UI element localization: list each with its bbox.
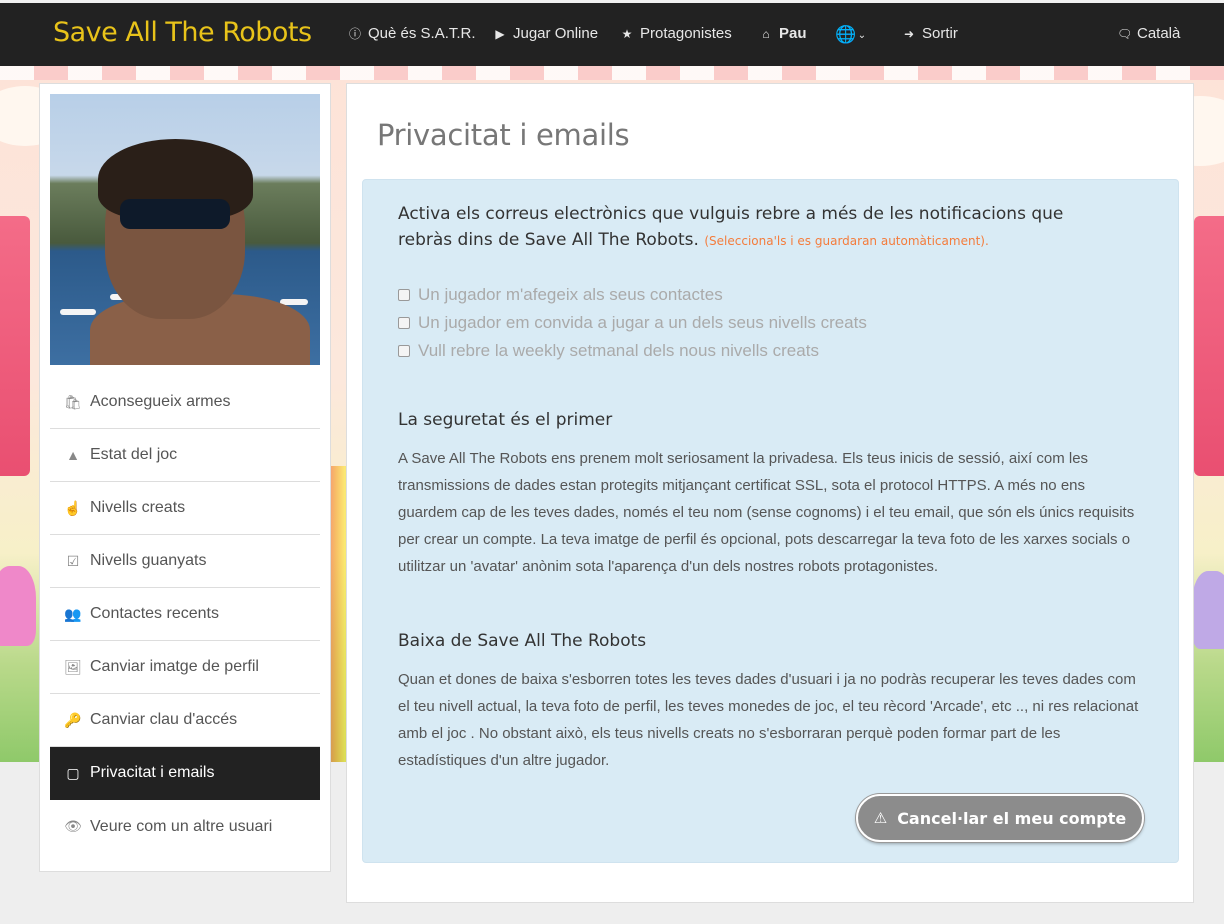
- key-icon: 🔑: [64, 711, 82, 728]
- sidebar-item-privacy-emails[interactable]: ▢ Privacitat i emails: [50, 747, 320, 800]
- cancel-account-button[interactable]: ⚠ Cancel·lar el meu compte: [856, 794, 1144, 842]
- photo-boat: [60, 309, 96, 315]
- sidebar-item-change-profile-picture[interactable]: 🖼 Canviar imatge de perfil: [50, 641, 320, 694]
- background-robot: [0, 566, 36, 646]
- sidebar-item-label: Canviar imatge de perfil: [90, 658, 259, 675]
- photo-sunglasses: [120, 199, 230, 229]
- email-option-contact-added[interactable]: Un jugador m'afegeix als seus contactes: [398, 281, 867, 309]
- main-panel: Privacitat i emails Activa els correus e…: [346, 83, 1194, 903]
- info-icon: ⓘ: [348, 27, 361, 41]
- nav-item-language[interactable]: 🗨 Català: [1117, 25, 1180, 42]
- play-icon: ▶: [495, 26, 505, 41]
- sidebar-item-recent-contacts[interactable]: 👥 Contactes recents: [50, 588, 320, 641]
- security-paragraph: A Save All The Robots ens prenem molt se…: [398, 450, 1135, 575]
- checkbox[interactable]: [398, 317, 410, 329]
- checkbox[interactable]: [398, 345, 410, 357]
- picture-icon: 🖼: [64, 658, 82, 675]
- checkbox-label: Un jugador m'afegeix als seus contactes: [418, 285, 723, 304]
- privacy-well: Activa els correus electrònics que vulgu…: [362, 179, 1179, 863]
- nav-item-user-profile[interactable]: ⌂ Pau: [759, 25, 807, 42]
- shopping-bag-icon: 🛍: [64, 393, 82, 410]
- background-castle: [0, 216, 30, 476]
- checkbox-label: Un jugador em convida a jugar a un dels …: [418, 313, 867, 332]
- users-icon: 👥: [64, 605, 82, 622]
- profile-sidebar: 🛍 Aconsegueix armes ▲ Estat del joc ☝ Ni…: [39, 83, 331, 872]
- security-heading: La seguretat és el primer: [398, 410, 613, 430]
- area-chart-icon: ▲: [66, 447, 80, 463]
- intro-text: Activa els correus electrònics que vulgu…: [398, 201, 1098, 254]
- checkbox-label: Vull rebre la weekly setmanal dels nous …: [418, 341, 819, 360]
- page-title: Privacitat i emails: [377, 118, 630, 152]
- email-options: Un jugador m'afegeix als seus contactes …: [398, 281, 867, 365]
- sidebar-item-created-levels[interactable]: ☝ Nivells creats: [50, 482, 320, 535]
- sidebar-item-label: Nivells creats: [90, 499, 186, 516]
- sidebar-item-change-password[interactable]: 🔑 Canviar clau d'accés: [50, 694, 320, 747]
- background-castle: [1194, 216, 1224, 476]
- account-deletion-paragraph: Quan et dones de baixa s'esborren totes …: [398, 671, 1139, 769]
- profile-avatar[interactable]: [50, 94, 320, 365]
- checkbox[interactable]: [398, 289, 410, 301]
- sidebar-item-won-levels[interactable]: ☑ Nivells guanyats: [50, 535, 320, 588]
- sidebar-item-label: Nivells guanyats: [90, 552, 207, 569]
- chevron-down-icon: ⌄: [857, 29, 867, 41]
- star-icon: ★: [621, 26, 633, 41]
- nav-item-globe-dropdown[interactable]: 🌐 ⌄: [835, 25, 869, 45]
- sign-out-icon: ➜: [903, 26, 915, 41]
- nav-item-label: Jugar Online: [513, 25, 599, 42]
- account-deletion-heading: Baixa de Save All The Robots: [398, 631, 647, 651]
- nav-item-sign-out[interactable]: ➜ Sortir: [902, 25, 958, 42]
- profile-menu: 🛍 Aconsegueix armes ▲ Estat del joc ☝ Ni…: [50, 376, 320, 853]
- nav-item-label: Català: [1137, 25, 1181, 42]
- sidebar-item-label: Contactes recents: [90, 605, 219, 622]
- nav-item-protagonists[interactable]: ★ Protagonistes: [620, 25, 732, 42]
- email-option-weekly-newsletter[interactable]: Vull rebre la weekly setmanal dels nous …: [398, 337, 867, 365]
- sidebar-item-get-weapons[interactable]: 🛍 Aconsegueix armes: [50, 376, 320, 429]
- sidebar-item-label: Veure com un altre usuari: [90, 817, 273, 835]
- intro-note: (Selecciona'ls i es guardaran automàtica…: [704, 234, 989, 248]
- hand-pointer-icon: ☝: [64, 499, 82, 516]
- sidebar-item-view-as-other-user[interactable]: 👁 Veure com un altre usuari: [50, 800, 320, 853]
- sidebar-item-label: Estat del joc: [90, 446, 178, 463]
- globe-icon: 🌐: [835, 25, 857, 44]
- nav-item-label: Què és S.A.T.R.: [368, 25, 476, 42]
- sidebar-item-label: Aconsegueix armes: [90, 393, 231, 410]
- brand-logo[interactable]: Save All The Robots: [53, 17, 312, 48]
- check-square-icon: ☑: [66, 552, 80, 569]
- cancel-account-label: Cancel·lar el meu compte: [897, 808, 1127, 828]
- nav-item-label: Pau: [779, 25, 807, 42]
- home-icon: ⌂: [762, 26, 770, 41]
- background-stripe: [0, 66, 1224, 80]
- comments-icon: 🗨: [1117, 26, 1133, 41]
- warning-icon: ⚠: [873, 809, 888, 827]
- background-robot: [1192, 571, 1224, 649]
- nav-item-play-online[interactable]: ▶ Jugar Online: [493, 25, 598, 42]
- email-option-level-invite[interactable]: Un jugador em convida a jugar a un dels …: [398, 309, 867, 337]
- nav-item-label: Protagonistes: [640, 25, 732, 42]
- note-icon: ▢: [66, 764, 80, 781]
- sidebar-item-label: Canviar clau d'accés: [90, 711, 238, 728]
- eye-slash-icon: 👁: [64, 818, 82, 834]
- top-navbar: Save All The Robots ⓘ Què és S.A.T.R. ▶ …: [0, 0, 1224, 66]
- sidebar-item-label: Privacitat i emails: [90, 764, 215, 781]
- sidebar-item-game-state[interactable]: ▲ Estat del joc: [50, 429, 320, 482]
- nav-item-label: Sortir: [922, 25, 958, 42]
- nav-item-what-is[interactable]: ⓘ Què és S.A.T.R.: [348, 25, 476, 42]
